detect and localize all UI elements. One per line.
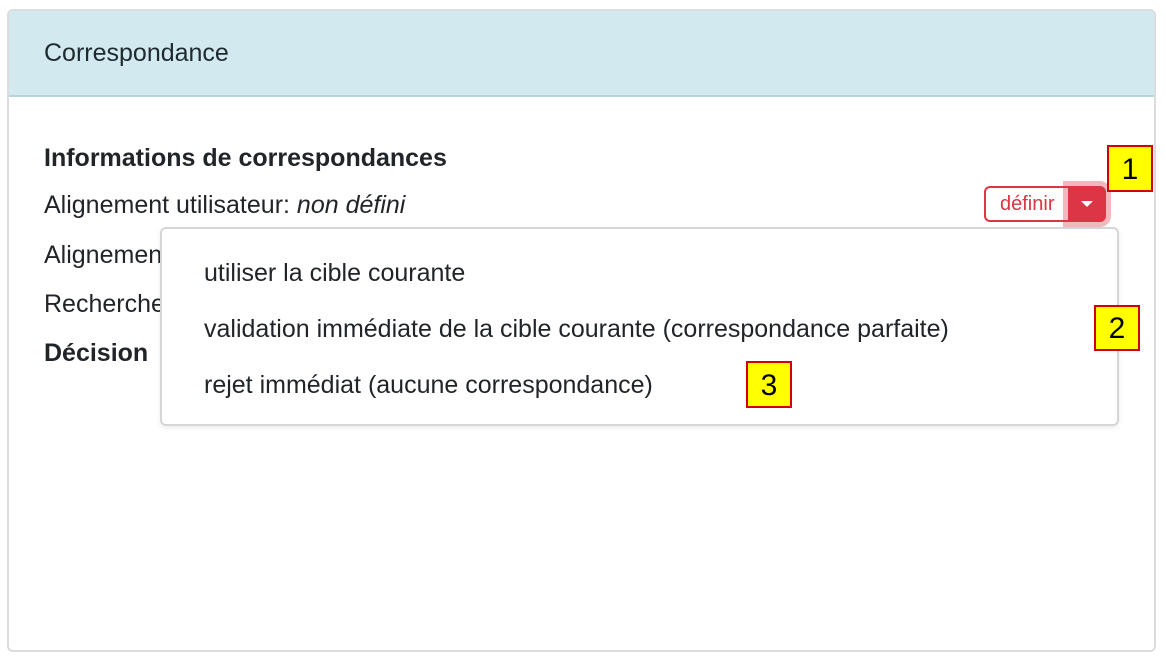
card-header: Correspondance — [9, 11, 1154, 97]
search-row: Recherche — [44, 290, 165, 319]
user-alignment-value: non défini — [296, 191, 406, 219]
menu-item-immediate-rejection[interactable]: rejet immédiat (aucune correspondance) — [204, 371, 653, 400]
decision-label: Décision — [44, 339, 149, 367]
dropdown-menu: utiliser la cible courante validation im… — [160, 227, 1119, 426]
alignment-row: Alignement — [44, 241, 169, 270]
section-title: Informations de correspondances — [44, 144, 447, 172]
menu-item-use-current-target[interactable]: utiliser la cible courante — [204, 259, 465, 288]
annotation-marker-1: 1 — [1107, 145, 1153, 192]
annotation-marker-2: 2 — [1094, 305, 1140, 351]
caret-down-icon — [1081, 201, 1094, 207]
dropdown-toggle-button[interactable] — [1068, 186, 1107, 222]
menu-item-immediate-validation[interactable]: validation immédiate de la cible courant… — [204, 315, 949, 344]
alignment-label: Alignement — [44, 241, 170, 269]
define-button[interactable]: définir — [984, 186, 1069, 222]
user-alignment-row: Alignement utilisateur: non défini — [44, 191, 405, 220]
user-alignment-label: Alignement utilisateur: — [44, 191, 290, 219]
annotation-marker-3: 3 — [746, 361, 792, 408]
search-label: Recherche — [44, 290, 165, 318]
define-button-group: définir — [984, 186, 1107, 222]
card-title: Correspondance — [44, 39, 229, 67]
